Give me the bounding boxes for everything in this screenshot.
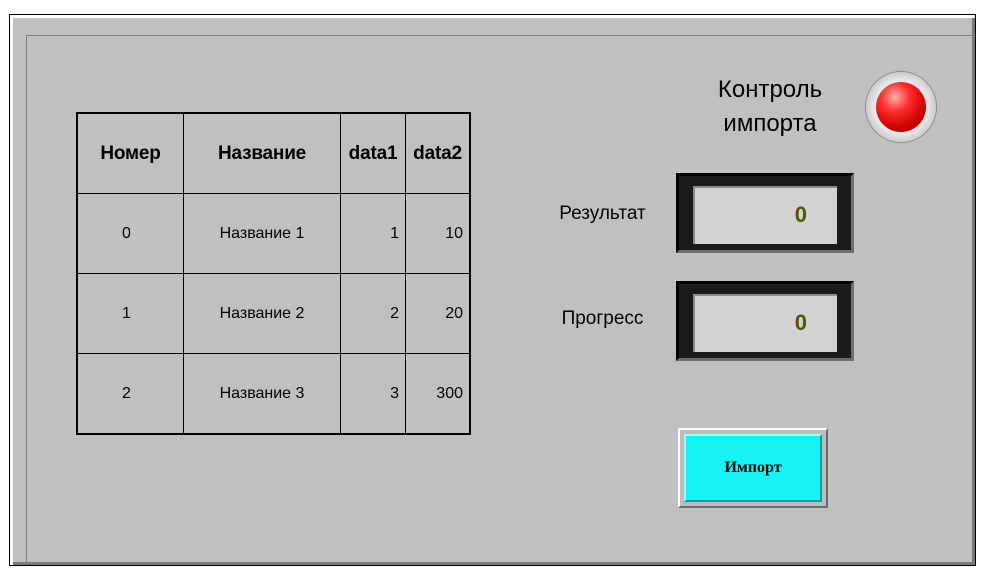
table-cell-data2[interactable]: 300	[405, 353, 471, 435]
result-label: Результат	[559, 203, 646, 224]
table-header-row: Номер Название data1 data2	[76, 112, 471, 194]
import-button-label: Импорт	[684, 434, 822, 502]
red-led-icon	[876, 82, 926, 132]
table-cell-data2[interactable]: 20	[405, 273, 471, 354]
table-cell-data1[interactable]: 3	[340, 353, 406, 435]
import-status-indicator	[866, 72, 936, 142]
result-display: 0	[676, 173, 854, 253]
import-button[interactable]: Импорт	[678, 428, 828, 508]
progress-display: 0	[676, 281, 854, 361]
table-cell-data1[interactable]: 2	[340, 273, 406, 354]
progress-label: Прогресс	[561, 308, 644, 329]
table-row[interactable]: 1 Название 2 2 20	[76, 273, 471, 354]
table-row[interactable]: 2 Название 3 3 300	[76, 353, 471, 435]
progress-value: 0	[693, 294, 837, 352]
result-value: 0	[693, 186, 837, 244]
table-cell-name[interactable]: Название 1	[183, 193, 341, 274]
table-cell-number[interactable]: 1	[76, 273, 184, 354]
table-row[interactable]: 0 Название 1 1 10	[76, 193, 471, 274]
column-header-data2[interactable]: data2	[405, 112, 471, 194]
table-cell-name[interactable]: Название 2	[183, 273, 341, 354]
import-control-label-line2: импорта	[723, 110, 817, 137]
table-cell-number[interactable]: 2	[76, 353, 184, 435]
import-control-label-line1: Контроль	[717, 76, 823, 103]
column-header-name[interactable]: Название	[183, 112, 341, 194]
column-header-data1[interactable]: data1	[340, 112, 406, 194]
column-header-number[interactable]: Номер	[76, 112, 184, 194]
data-table: Номер Название data1 data2 0 Название 1 …	[76, 112, 471, 435]
import-control-label: Контроль импорта	[700, 73, 840, 141]
table-cell-data1[interactable]: 1	[340, 193, 406, 274]
table-cell-data2[interactable]: 10	[405, 193, 471, 274]
table-cell-name[interactable]: Название 3	[183, 353, 341, 435]
table-cell-number[interactable]: 0	[76, 193, 184, 274]
